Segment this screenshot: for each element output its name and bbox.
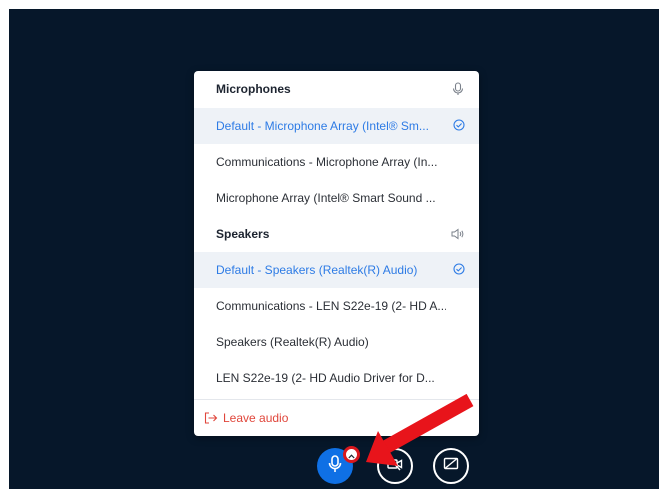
speaker-option-label: Speakers (Realtek(R) Audio)	[216, 335, 369, 349]
screen-share-button[interactable]	[433, 448, 469, 484]
video-toggle-button[interactable]	[377, 448, 413, 484]
microphone-option-label: Microphone Array (Intel® Smart Sound ...	[216, 191, 436, 205]
speaker-option-label: Communications - LEN S22e-19 (2- HD A...	[216, 299, 446, 313]
video-off-icon	[387, 457, 403, 476]
microphone-option-default[interactable]: Default - Microphone Array (Intel® Sm...	[194, 108, 479, 144]
speaker-option-monitor[interactable]: LEN S22e-19 (2- HD Audio Driver for D...	[194, 360, 479, 396]
microphone-option-label: Communications - Microphone Array (In...	[216, 155, 438, 169]
speaker-option-label: Default - Speakers (Realtek(R) Audio)	[216, 263, 418, 277]
exit-icon	[204, 411, 218, 425]
speakers-header: Speakers	[194, 216, 479, 252]
speaker-option-default[interactable]: Default - Speakers (Realtek(R) Audio)	[194, 252, 479, 288]
microphone-icon	[328, 454, 342, 478]
microphone-icon	[451, 82, 465, 96]
menu-divider	[194, 399, 479, 400]
chevron-up-icon	[348, 446, 355, 464]
leave-audio-label: Leave audio	[223, 411, 289, 425]
speaker-option-speakers[interactable]: Speakers (Realtek(R) Audio)	[194, 324, 479, 360]
speaker-option-label: LEN S22e-19 (2- HD Audio Driver for D...	[216, 371, 435, 385]
leave-audio-button[interactable]: Leave audio	[194, 401, 479, 435]
speaker-option-communications[interactable]: Communications - LEN S22e-19 (2- HD A...	[194, 288, 479, 324]
speaker-icon	[451, 227, 465, 241]
microphone-option-array[interactable]: Microphone Array (Intel® Smart Sound ...	[194, 180, 479, 216]
audio-settings-menu: Microphones Default - Microphone Array (…	[194, 71, 479, 436]
microphones-title: Microphones	[216, 82, 291, 96]
check-circle-icon	[453, 118, 465, 134]
speakers-title: Speakers	[216, 227, 270, 241]
microphone-option-communications[interactable]: Communications - Microphone Array (In...	[194, 144, 479, 180]
microphones-header: Microphones	[194, 71, 479, 107]
audio-options-button[interactable]	[343, 446, 360, 463]
microphone-option-label: Default - Microphone Array (Intel® Sm...	[216, 119, 429, 133]
check-circle-icon	[453, 262, 465, 278]
screen-share-off-icon	[443, 457, 459, 476]
